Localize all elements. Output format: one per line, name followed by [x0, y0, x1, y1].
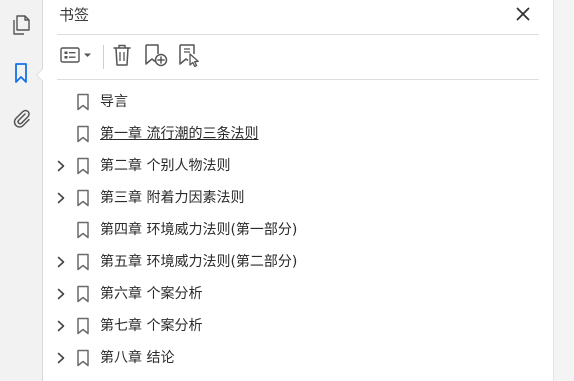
paperclip-icon [10, 107, 32, 133]
bookmarks-button[interactable] [9, 63, 33, 87]
attachments-button[interactable] [9, 108, 33, 132]
toolbar-separator [103, 45, 104, 69]
chevron-right-icon[interactable] [53, 286, 69, 302]
bookmark-icon [76, 317, 90, 335]
bookmark-icon [76, 157, 90, 175]
bookmark-icon [10, 62, 32, 88]
bookmark-row[interactable]: 第八章 结论 [43, 342, 553, 374]
scrollbar-track[interactable] [553, 0, 574, 381]
new-bookmark-button[interactable] [143, 44, 169, 70]
options-menu-button[interactable] [57, 44, 97, 70]
bookmark-from-selection-button[interactable] [177, 44, 203, 70]
delete-bookmark-button[interactable] [109, 44, 135, 70]
bookmarks-panel: 书签 导言 第一章 流行潮的三条法则 第二章 个别人物法则 第三章 附着力因素法… [43, 0, 553, 381]
options-menu-icon [58, 45, 96, 69]
page-thumbnails-icon [10, 14, 32, 40]
bookmark-icon [76, 253, 90, 271]
chevron-right-icon[interactable] [53, 350, 69, 366]
bookmark-icon [76, 93, 90, 111]
close-icon [516, 6, 530, 25]
title-divider [57, 34, 539, 35]
bookmarks-toolbar [57, 42, 539, 72]
navigation-rail [0, 0, 44, 381]
bookmark-row[interactable]: 第四章 环境威力法则(第一部分) [43, 214, 553, 246]
bookmark-row[interactable]: 第七章 个案分析 [43, 310, 553, 342]
bookmark-from-selection-icon [177, 43, 203, 71]
bookmark-label: 第一章 流行潮的三条法则 [100, 126, 259, 142]
page-thumbnails-button[interactable] [9, 15, 33, 39]
bookmark-row[interactable]: 第一章 流行潮的三条法则 [43, 118, 553, 150]
toolbar-divider [57, 79, 539, 80]
bookmark-label: 第六章 个案分析 [100, 286, 203, 302]
bookmark-icon [76, 349, 90, 367]
trash-icon [111, 43, 133, 71]
chevron-right-icon[interactable] [53, 158, 69, 174]
bookmark-icon [76, 221, 90, 239]
bookmark-label: 第四章 环境威力法则(第一部分) [100, 222, 298, 238]
panel-title: 书签 [59, 6, 90, 24]
bookmark-label: 第二章 个别人物法则 [100, 158, 231, 174]
bookmark-label: 第八章 结论 [100, 350, 175, 366]
close-panel-button[interactable] [513, 5, 533, 25]
bookmark-label: 第七章 个案分析 [100, 318, 203, 334]
chevron-right-icon[interactable] [53, 254, 69, 270]
bookmark-icon [76, 125, 90, 143]
bookmark-row[interactable]: 第五章 环境威力法则(第二部分) [43, 246, 553, 278]
chevron-right-icon[interactable] [53, 318, 69, 334]
bookmark-icon [76, 189, 90, 207]
bookmark-label: 第三章 附着力因素法则 [100, 190, 245, 206]
new-bookmark-icon [143, 43, 169, 71]
bookmark-icon [76, 285, 90, 303]
bookmark-label: 第五章 环境威力法则(第二部分) [100, 254, 298, 270]
chevron-right-icon[interactable] [53, 190, 69, 206]
bookmark-row[interactable]: 第六章 个案分析 [43, 278, 553, 310]
bookmark-row[interactable]: 第二章 个别人物法则 [43, 150, 553, 182]
bookmark-row[interactable]: 导言 [43, 86, 553, 118]
bookmark-tree: 导言第一章 流行潮的三条法则 第二章 个别人物法则 第三章 附着力因素法则第四章 环… [43, 86, 553, 374]
bookmark-row[interactable]: 第三章 附着力因素法则 [43, 182, 553, 214]
bookmark-label: 导言 [100, 94, 128, 110]
